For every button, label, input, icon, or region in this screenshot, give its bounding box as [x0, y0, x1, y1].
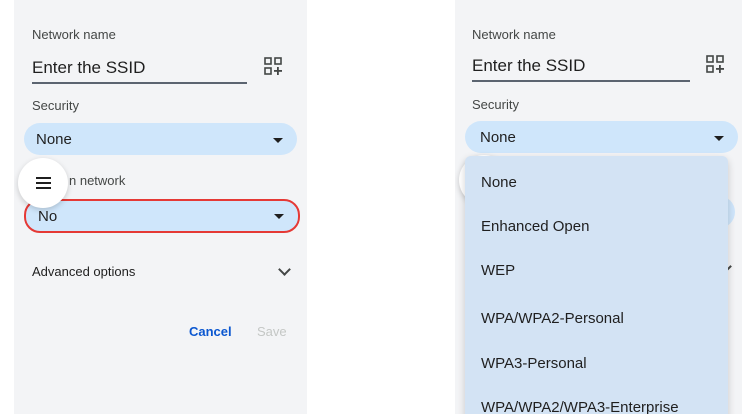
network-name-label: Network name [32, 27, 116, 42]
ssid-input-underline [472, 80, 690, 82]
wifi-dialog-left: Network name Enter the SSID Security Non… [14, 0, 307, 414]
hidden-network-dropdown[interactable]: No [24, 199, 300, 233]
security-dropdown[interactable]: None [24, 123, 297, 155]
cancel-button[interactable]: Cancel [189, 324, 232, 339]
caret-down-icon [714, 136, 724, 141]
hidden-network-value: No [38, 208, 58, 225]
security-options-menu: None Enhanced Open WEP WPA/WPA2-Personal… [465, 156, 728, 414]
caret-down-icon [273, 138, 283, 143]
hidden-network-label: n network [69, 173, 126, 188]
menu-item-none[interactable]: None [481, 174, 517, 191]
security-value: None [480, 129, 516, 146]
ssid-input-underline [32, 82, 247, 84]
ssid-input[interactable]: Enter the SSID [472, 56, 585, 76]
advanced-options-toggle[interactable]: Advanced options [32, 264, 135, 279]
chevron-down-icon[interactable] [278, 263, 291, 276]
caret-down-icon [274, 214, 284, 219]
menu-item-wpa-wpa2-personal[interactable]: WPA/WPA2-Personal [481, 310, 624, 327]
qr-code-scan-icon[interactable] [264, 57, 282, 75]
security-label: Security [472, 97, 519, 112]
security-value: None [36, 131, 72, 148]
menu-item-wpa3-personal[interactable]: WPA3-Personal [481, 355, 587, 372]
ssid-input[interactable]: Enter the SSID [32, 58, 145, 78]
wifi-dialog-right: Network name Enter the SSID Security Non… [455, 0, 742, 414]
menu-item-wep[interactable]: WEP [481, 262, 515, 279]
security-dropdown[interactable]: None [465, 121, 738, 153]
security-label: Security [32, 98, 79, 113]
network-name-label: Network name [472, 27, 556, 42]
qr-code-scan-icon[interactable] [706, 55, 724, 73]
floating-menu-button[interactable] [18, 158, 68, 208]
save-button[interactable]: Save [257, 324, 287, 339]
menu-item-wpa-wpa2-wpa3-enterprise[interactable]: WPA/WPA2/WPA3-Enterprise [481, 399, 679, 414]
menu-item-enhanced-open[interactable]: Enhanced Open [481, 218, 589, 235]
